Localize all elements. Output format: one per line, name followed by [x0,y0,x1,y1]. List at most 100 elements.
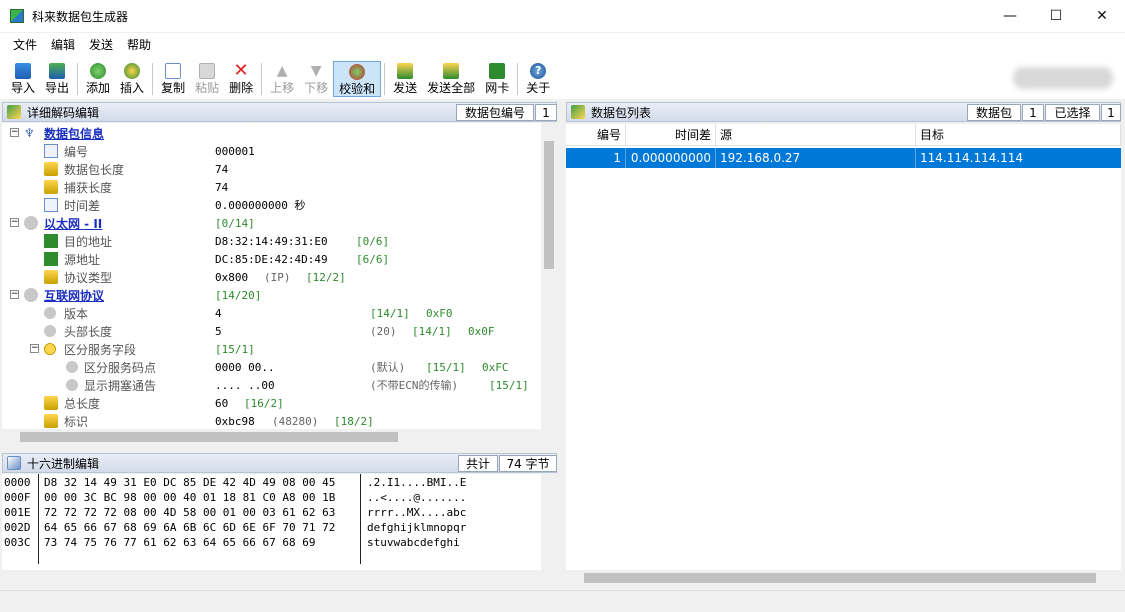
import-icon [15,63,31,79]
menu-file[interactable]: 文件 [6,33,44,57]
hex-ascii[interactable]: stuvwabcdefghi [367,536,460,549]
list-horizontal-scrollbar[interactable] [566,570,1121,586]
checksum-button[interactable]: 校验和 [333,61,382,97]
hex-offset: 0000 [4,476,31,489]
tree-row[interactable]: 时间差 0.000000000 秒 [2,196,541,214]
send-all-button[interactable]: 发送全部 [422,61,480,97]
collapse-icon[interactable]: − [30,344,39,353]
copy-icon [165,63,182,79]
protocol-icon [24,288,38,302]
move-down-button[interactable]: ▼ 下移 [299,61,333,97]
column-header-delta[interactable]: 时间差 [626,124,716,146]
tree-row[interactable]: − 以太网 - II [0/14] [2,214,541,232]
tree-row[interactable]: − 区分服务字段 [15/1] [2,340,541,358]
total-label: 共计 [458,455,498,472]
packet-count-label: 数据包 [967,104,1021,121]
field-icon [44,270,58,284]
field-icon [44,198,58,212]
hex-bytes[interactable]: 72 72 72 72 08 00 4D 58 00 01 00 03 61 6… [44,506,335,519]
maximize-button[interactable]: ☐ [1033,0,1079,32]
tree-row[interactable]: 标识 0xbc98 (48280) [18/2] [2,412,541,429]
insert-button[interactable]: 插入 [115,61,149,97]
scroll-thumb[interactable] [544,141,554,269]
send-button[interactable]: 发送 [388,61,422,97]
tree-row[interactable]: 区分服务码点 0000 00.. (默认) [15/1] 0xFC [2,358,541,376]
tree-row[interactable]: − ♆ 数据包信息 [2,124,541,142]
hex-ascii[interactable]: defghijklmnopqr [367,521,466,534]
help-icon: ? [530,63,547,79]
minimize-button[interactable]: — [987,0,1033,32]
tree-row[interactable]: 版本 4 [14/1] 0xF0 [2,304,541,322]
export-button[interactable]: 导出 [40,61,74,97]
add-button[interactable]: 添加 [81,61,115,97]
menu-bar: 文件 编辑 发送 帮助 [0,33,1125,57]
packet-list-header: 数据包列表 数据包 1 已选择 1 [566,102,1121,122]
address-icon [44,234,58,248]
menu-edit[interactable]: 编辑 [44,33,82,57]
protocol-icon [24,216,38,230]
tree-row[interactable]: 数据包长度 74 [2,160,541,178]
hex-bytes[interactable]: D8 32 14 49 31 E0 DC 85 DE 42 4D 49 08 0… [44,476,335,489]
close-button[interactable]: ✕ [1079,0,1125,32]
decode-panel-header: 详细解码编辑 数据包编号 1 [2,102,557,122]
field-icon [44,396,58,410]
app-icon [10,9,24,23]
tree-vertical-scrollbar[interactable] [541,123,557,429]
tree-row[interactable]: 目的地址 D8:32:14:49:31:E0 [0/6] [2,232,541,250]
tree-row[interactable]: − 互联网协议 [14/20] [2,286,541,304]
scroll-thumb[interactable] [584,573,1096,583]
collapse-icon[interactable]: − [10,218,19,227]
tree-row[interactable]: 头部长度 5 (20) [14/1] 0x0F [2,322,541,340]
title-bar: 科来数据包生成器 — ☐ ✕ [0,0,1125,32]
delete-button[interactable]: ✕ 删除 [224,61,258,97]
field-icon [44,162,58,176]
hex-vertical-scrollbar[interactable] [541,474,557,570]
tree-row[interactable]: 编号 000001 [2,142,541,160]
hex-bytes[interactable]: 64 65 66 67 68 69 6A 6B 6C 6D 6E 6F 70 7… [44,521,335,534]
packet-list-icon [571,105,585,119]
hex-bytes[interactable]: 00 00 3C BC 98 00 00 40 01 18 81 C0 A8 0… [44,491,335,504]
tree-row[interactable]: 捕获长度 74 [2,178,541,196]
collapse-icon[interactable]: − [10,128,19,137]
tree-row[interactable]: 总长度 60 [16/2] [2,394,541,412]
column-header-source[interactable]: 源 [716,124,916,146]
blurred-area [1013,67,1113,89]
menu-send[interactable]: 发送 [82,33,120,57]
hex-ascii[interactable]: ..<....@....... [367,491,466,504]
packet-number-value: 1 [535,104,557,121]
decode-tree[interactable]: − ♆ 数据包信息 编号 000001 数据包长度 74 捕获长度 74 时间差… [2,123,541,429]
hex-editor[interactable]: 0000 D8 32 14 49 31 E0 DC 85 DE 42 4D 49… [2,474,557,570]
scroll-thumb[interactable] [20,432,398,442]
selected-label: 已选择 [1045,104,1100,121]
copy-button[interactable]: 复制 [156,61,190,97]
export-icon [49,63,66,79]
packet-list[interactable]: 编号 时间差 源 目标 1 0.000000000 192.168.0.27 1… [566,124,1121,570]
about-button[interactable]: ? 关于 [521,61,555,97]
field-icon [44,180,58,194]
tree-horizontal-scrollbar[interactable] [2,429,557,445]
import-button[interactable]: 导入 [6,61,40,97]
hex-bytes[interactable]: 73 74 75 76 77 61 62 63 64 65 66 67 68 6… [44,536,316,549]
send-icon [397,63,414,79]
hex-ascii[interactable]: .2.I1....BMI..E [367,476,466,489]
hex-horizontal-scrollbar[interactable] [2,570,557,586]
tree-row[interactable]: 协议类型 0x800 (IP) [12/2] [2,268,541,286]
field-icon [44,144,58,158]
delete-icon: ✕ [233,60,249,81]
window-title: 科来数据包生成器 [32,9,129,24]
hex-ascii[interactable]: rrrr..MX....abc [367,506,466,519]
arrow-down-icon: ▼ [310,63,322,79]
selected-value: 1 [1101,104,1121,121]
collapse-icon[interactable]: − [10,290,19,299]
hex-panel-title: 十六进制编辑 [27,456,100,471]
tree-row[interactable]: 源地址 DC:85:DE:42:4D:49 [6/6] [2,250,541,268]
tree-row[interactable]: 显示拥塞通告 .... ..00 (不带ECN的传输) [15/1] [2,376,541,394]
column-header-number[interactable]: 编号 [566,124,626,146]
nic-button[interactable]: 网卡 [480,61,514,97]
status-bar [0,590,1125,612]
column-header-destination[interactable]: 目标 [916,124,1121,146]
menu-help[interactable]: 帮助 [120,33,158,57]
table-row[interactable]: 1 0.000000000 192.168.0.27 114.114.114.1… [566,148,1121,168]
move-up-button[interactable]: ▲ 上移 [265,61,299,97]
paste-button[interactable]: 粘贴 [190,61,224,97]
